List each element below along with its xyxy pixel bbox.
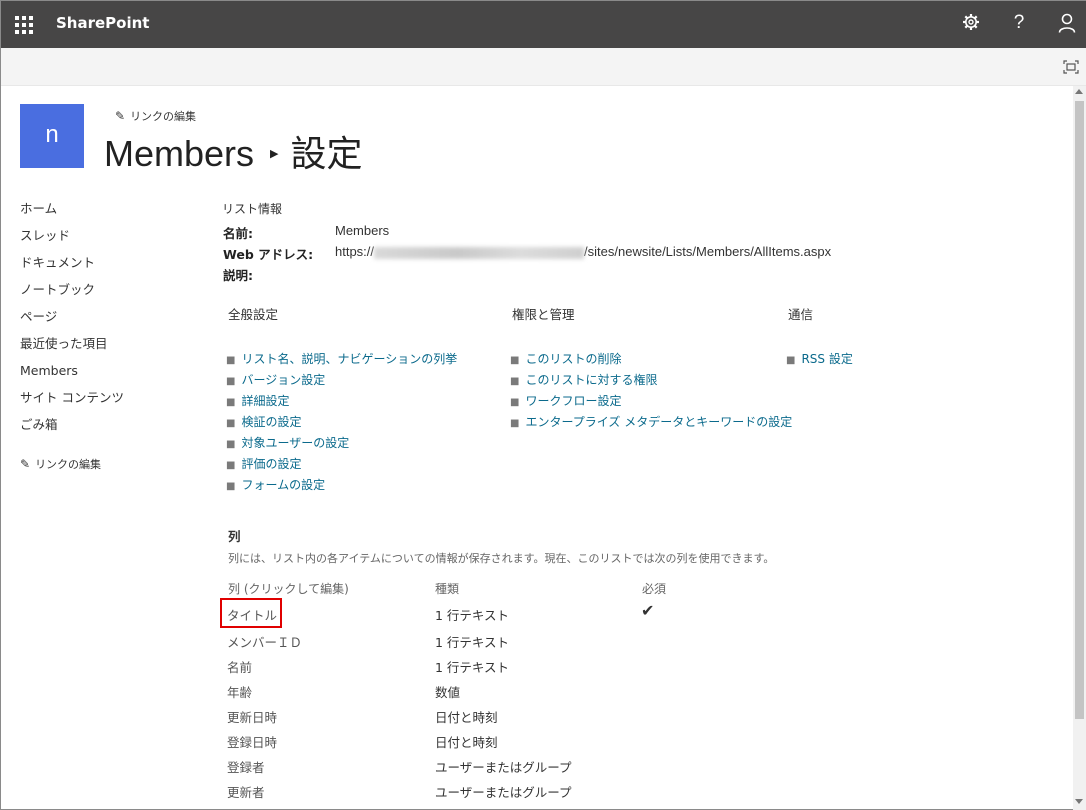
- column-header-name: 列 (クリックして編集): [228, 582, 349, 596]
- link-label: このリストの削除: [525, 352, 622, 366]
- pencil-icon: ✎: [20, 457, 31, 471]
- gear-icon[interactable]: [958, 13, 984, 36]
- link-label: バージョン設定: [241, 373, 326, 387]
- column-row-name[interactable]: 名前: [227, 657, 252, 676]
- link-label: 対象ユーザーの設定: [241, 436, 350, 450]
- column-row-name[interactable]: 年齢: [227, 682, 252, 701]
- person-icon[interactable]: [1054, 13, 1080, 38]
- column-row-type: 日付と時刻: [435, 710, 498, 725]
- general-settings-links: ■ リスト名、説明、ナビゲーションの列挙 ■ バージョン設定 ■ 詳細設定 ■ 検証の設…: [226, 349, 457, 496]
- column-row-type: 日付と時刻: [435, 735, 498, 750]
- highlight-box: [220, 598, 282, 628]
- list-info-heading: リスト情報: [222, 202, 283, 216]
- nav-edit-link-label: リンクの編集: [35, 458, 102, 471]
- permissions-heading: 権限と管理: [512, 307, 575, 322]
- link-label: 詳細設定: [241, 394, 290, 408]
- suite-bar: SharePoint ?: [1, 1, 1086, 48]
- permissions-links: ■ このリストの削除 ■ このリストに対する権限 ■ ワークフロー設定 ■ エンタープラ…: [510, 349, 792, 433]
- nav-item-pages[interactable]: ページ: [20, 307, 124, 334]
- link-metadata-keywords[interactable]: ■ エンタープライズ メタデータとキーワードの設定: [510, 412, 792, 433]
- left-nav: ホーム スレッド ドキュメント ノートブック ページ 最近使った項目 Membe…: [20, 199, 124, 481]
- link-label: フォームの設定: [241, 478, 326, 492]
- communication-heading: 通信: [788, 307, 814, 322]
- link-label: ワークフロー設定: [525, 394, 622, 408]
- description-label: 説明:: [223, 268, 253, 283]
- column-row-type: 1 行テキスト: [435, 608, 510, 623]
- communication-links: ■ RSS 設定: [786, 349, 853, 370]
- app-launcher-icon[interactable]: [15, 16, 33, 34]
- redacted-host: [374, 246, 585, 259]
- focus-mode-icon[interactable]: [1063, 59, 1079, 74]
- columns-description: 列には、リスト内の各アイテムについての情報が保存されます。現在、このリストでは次…: [228, 552, 775, 565]
- web-address-suffix: /sites/newsite/Lists/Members/AllItems.as…: [584, 244, 832, 259]
- nav-item-site-contents[interactable]: サイト コンテンツ: [20, 388, 124, 415]
- site-title-link[interactable]: Members: [104, 133, 254, 174]
- general-settings-heading: 全般設定: [228, 307, 279, 322]
- brand-name[interactable]: SharePoint: [56, 14, 149, 32]
- column-row-name[interactable]: 登録者: [227, 757, 265, 776]
- columns-heading: 列: [228, 529, 241, 544]
- web-address-value: https:// /sites/newsite/Lists/Members/All…: [335, 244, 831, 259]
- link-list-name-description[interactable]: ■ リスト名、説明、ナビゲーションの列挙: [226, 349, 457, 370]
- breadcrumb-arrow-icon: ▶: [270, 147, 279, 160]
- column-header-required: 必須: [642, 582, 667, 596]
- link-rss-settings[interactable]: ■ RSS 設定: [786, 349, 853, 370]
- nav-item-recent[interactable]: 最近使った項目: [20, 334, 124, 361]
- column-row-name[interactable]: 更新者: [227, 782, 265, 801]
- link-label: リスト名、説明、ナビゲーションの列挙: [241, 352, 458, 366]
- link-workflow-settings[interactable]: ■ ワークフロー設定: [510, 391, 792, 412]
- link-advanced-settings[interactable]: ■ 詳細設定: [226, 391, 457, 412]
- link-label: エンタープライズ メタデータとキーワードの設定: [525, 415, 793, 429]
- column-row-name[interactable]: メンバーＩＤ: [227, 632, 302, 651]
- scroll-up-arrow-icon[interactable]: [1075, 89, 1083, 94]
- nav-edit-link[interactable]: ✎ リンクの編集: [20, 454, 124, 481]
- column-row-name[interactable]: 登録日時: [227, 732, 277, 751]
- site-logo[interactable]: n: [20, 104, 84, 168]
- web-address-label: Web アドレス:: [223, 247, 314, 262]
- link-label: RSS 設定: [801, 352, 853, 366]
- web-address-prefix: https://: [335, 244, 375, 259]
- link-form-settings[interactable]: ■ フォームの設定: [226, 475, 457, 496]
- link-delete-list[interactable]: ■ このリストの削除: [510, 349, 792, 370]
- header-edit-link[interactable]: ✎ リンクの編集: [115, 108, 196, 124]
- command-bar: [1, 48, 1086, 86]
- page-title-text: 設定: [290, 133, 363, 174]
- link-audience-settings[interactable]: ■ 対象ユーザーの設定: [226, 433, 457, 454]
- nav-item-members[interactable]: Members: [20, 361, 124, 388]
- column-row-type: 数値: [435, 685, 461, 700]
- column-row-name[interactable]: 更新日時: [227, 707, 277, 726]
- nav-item-threads[interactable]: スレッド: [20, 226, 124, 253]
- help-icon[interactable]: ?: [1006, 12, 1032, 34]
- link-label: 評価の設定: [241, 457, 302, 471]
- link-list-permissions[interactable]: ■ このリストに対する権限: [510, 370, 792, 391]
- nav-item-notebook[interactable]: ノートブック: [20, 280, 124, 307]
- name-value: Members: [335, 223, 390, 238]
- nav-item-recycle-bin[interactable]: ごみ箱: [20, 415, 124, 442]
- name-label: 名前:: [223, 226, 253, 241]
- header-edit-link-label: リンクの編集: [130, 110, 197, 123]
- column-row-type: 1 行テキスト: [435, 635, 510, 650]
- scrollbar-thumb[interactable]: [1075, 101, 1084, 719]
- pencil-icon: ✎: [115, 109, 126, 123]
- column-row-type: ユーザーまたはグループ: [435, 785, 572, 800]
- column-row-type: ユーザーまたはグループ: [435, 760, 572, 775]
- column-header-type: 種類: [435, 582, 460, 596]
- link-label: 検証の設定: [241, 415, 302, 429]
- checkmark-icon: ✔: [641, 601, 655, 620]
- page-title: Members ▶ 設定: [104, 125, 363, 177]
- nav-item-home[interactable]: ホーム: [20, 199, 124, 226]
- link-versioning-settings[interactable]: ■ バージョン設定: [226, 370, 457, 391]
- link-label: このリストに対する権限: [525, 373, 658, 387]
- column-row-type: 1 行テキスト: [435, 660, 510, 675]
- nav-item-documents[interactable]: ドキュメント: [20, 253, 124, 280]
- link-rating-settings[interactable]: ■ 評価の設定: [226, 454, 457, 475]
- scroll-down-arrow-icon[interactable]: [1075, 799, 1083, 804]
- link-validation-settings[interactable]: ■ 検証の設定: [226, 412, 457, 433]
